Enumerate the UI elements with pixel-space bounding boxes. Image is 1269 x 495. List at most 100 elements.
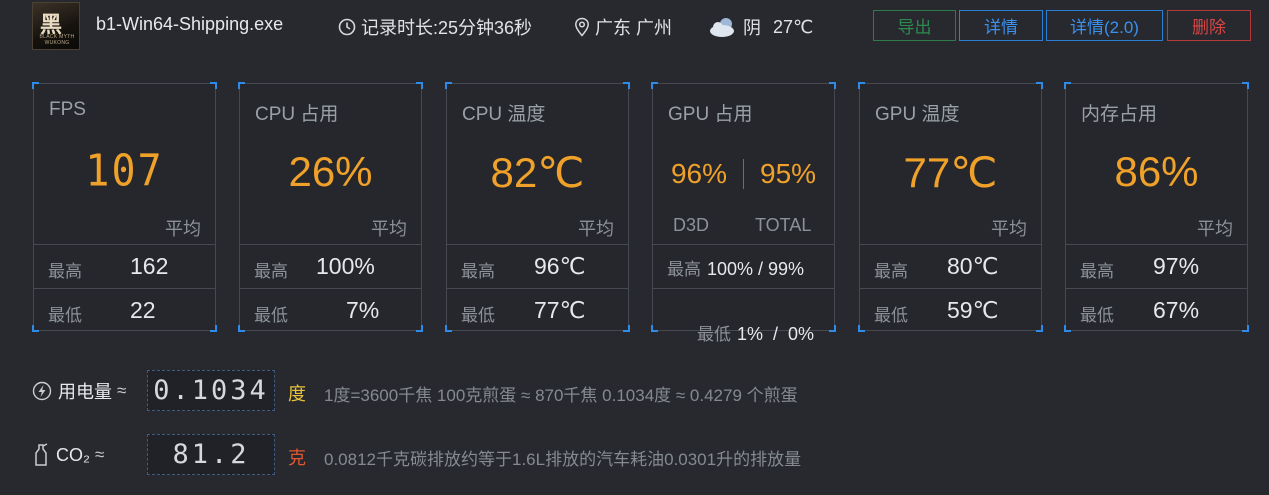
max-row: 最高 96℃ [447, 244, 628, 288]
min-value: 67% [1153, 297, 1200, 323]
max-line: 最高 100% / 99% [667, 255, 804, 280]
cpu-usage-card: CPU 占用 26% 平均 最高 100% 最低 7% [238, 82, 423, 332]
power-info: 1度=3600千焦 100克煎蛋 ≈ 870千焦 0.1034度 ≈ 0.427… [324, 386, 798, 405]
min-label: 最低 [697, 325, 732, 344]
max-value: 100% [316, 253, 375, 279]
fps-card: FPS 107 平均 最高 162 最低 22 [32, 82, 217, 332]
weather-text: 阴 [743, 18, 761, 38]
max-row: 最高 80℃ [860, 244, 1041, 288]
min-label: 最低 [461, 306, 495, 325]
total-label: TOTAL [755, 215, 812, 235]
detail-v2-button[interactable]: 详情(2.0) [1046, 10, 1163, 41]
co2-approx: ≈ [95, 445, 105, 464]
d3d-value: 96% [670, 158, 727, 189]
total-value: 95% [760, 158, 817, 189]
duration-text: 记录时长:25分钟36秒 [361, 18, 533, 38]
weather: 阴 27℃ [708, 14, 813, 40]
co2-bottle-icon [35, 443, 48, 466]
min-row: 最低 59℃ [860, 288, 1041, 332]
divider [743, 159, 744, 189]
min-row: 最低 22 [34, 288, 215, 332]
d3d-label: D3D [673, 215, 710, 235]
card-title: 内存占用 [1081, 104, 1158, 125]
card-title: GPU 温度 [875, 104, 960, 125]
card-avg-value: 26% [288, 148, 373, 195]
gpu-temp-card: GPU 温度 77℃ 平均 最高 80℃ 最低 59℃ [858, 82, 1043, 332]
power-unit: 度 [288, 384, 306, 404]
min-row: 最低 77℃ [447, 288, 628, 332]
min-row: 最低 67% [1066, 288, 1247, 332]
min-row: 最低 7% [240, 288, 421, 332]
max-row: 最高 97% [1066, 244, 1247, 288]
card-avg-value: 86% [1114, 148, 1199, 195]
co2-label: CO₂ [32, 443, 90, 467]
min-line: 最低 1% / 0% [667, 299, 814, 366]
record-duration: 记录时长:25分钟36秒 [338, 14, 532, 40]
lightning-icon [32, 381, 52, 401]
max-label: 最高 [874, 262, 908, 281]
card-avg-label: 平均 [991, 219, 1027, 239]
co2-label-group: CO₂ ≈ [32, 443, 104, 467]
max-label: 最高 [461, 262, 495, 281]
min-label: 最低 [254, 306, 288, 325]
cloud-icon [710, 18, 734, 37]
min-value: 59℃ [947, 297, 999, 323]
card-avg-label: 平均 [578, 219, 614, 239]
power-label: 用电量 [32, 378, 112, 404]
delete-button[interactable]: 删除 [1167, 10, 1251, 41]
max-value: 80℃ [947, 253, 999, 279]
location-icon [575, 17, 589, 37]
card-title: FPS [49, 99, 86, 120]
max-label: 最高 [254, 262, 288, 281]
max-label: 最高 [48, 262, 82, 281]
max-value: 96℃ [534, 253, 586, 279]
co2-counter: 81.2 [147, 434, 275, 475]
cpu-temp-card: CPU 温度 82℃ 平均 最高 96℃ 最低 77℃ [445, 82, 630, 332]
header: 黑 BLACK MYTH WUKONG b1-Win64-Shipping.ex… [0, 0, 1269, 52]
location-text: 广东 广州 [595, 18, 673, 38]
memory-usage-card: 内存占用 86% 平均 最高 97% 最低 67% [1064, 82, 1249, 332]
card-avg-value: 107 [85, 145, 164, 197]
detail-button[interactable]: 详情 [959, 10, 1043, 41]
max-row: 最高 100% / 99% [653, 244, 834, 288]
power-label-group: 用电量 ≈ [32, 378, 126, 404]
min-value: 77℃ [534, 297, 586, 323]
power-label-text: 用电量 [58, 382, 112, 402]
co2-unit: 克 [288, 448, 306, 468]
card-title: CPU 占用 [255, 104, 339, 125]
export-button[interactable]: 导出 [873, 10, 956, 41]
logo-subtitle: BLACK MYTH WUKONG [39, 34, 75, 46]
max-value: 97% [1153, 253, 1200, 279]
card-avg-value: 82℃ [490, 149, 585, 196]
card-avg-label: 平均 [371, 219, 407, 239]
co2-label-text: CO₂ [56, 444, 90, 465]
co2-info: 0.0812千克碳排放约等于1.6L排放的汽车耗油0.0301升的排放量 [324, 450, 802, 469]
max-label: 最高 [667, 260, 701, 279]
card-avg-value: 77℃ [903, 149, 998, 196]
card-title: CPU 温度 [462, 104, 546, 125]
max-label: 最高 [1080, 262, 1114, 281]
location: 广东 广州 [574, 14, 672, 40]
power-approx: ≈ [117, 381, 127, 400]
card-avg-label: 平均 [165, 219, 201, 239]
clock-icon [338, 18, 356, 36]
min-value: 1% / 0% [737, 324, 815, 344]
app-name: b1-Win64-Shipping.exe [96, 14, 284, 34]
card-title: GPU 占用 [668, 104, 753, 125]
power-counter: 0.1034 [147, 370, 275, 411]
min-value: 22 [130, 297, 156, 323]
max-value: 100% / 99% [707, 259, 805, 279]
card-avg-label: 平均 [1197, 219, 1233, 239]
min-row: 最低 1% / 0% [653, 288, 834, 344]
gpu-usage-card: GPU 占用 96% 95% D3D TOTAL 最高 100% / 99% 最低… [651, 82, 836, 344]
min-label: 最低 [1080, 306, 1114, 325]
min-value: 7% [346, 297, 380, 323]
temperature-text: 27℃ [773, 16, 814, 37]
app-logo: 黑 BLACK MYTH WUKONG [32, 2, 80, 50]
max-row: 最高 162 [34, 244, 215, 288]
max-row: 最高 100% [240, 244, 421, 288]
min-label: 最低 [874, 306, 908, 325]
max-value: 162 [130, 253, 169, 279]
gpu-usage-values: 96% 95% [653, 158, 834, 190]
min-label: 最低 [48, 306, 82, 325]
